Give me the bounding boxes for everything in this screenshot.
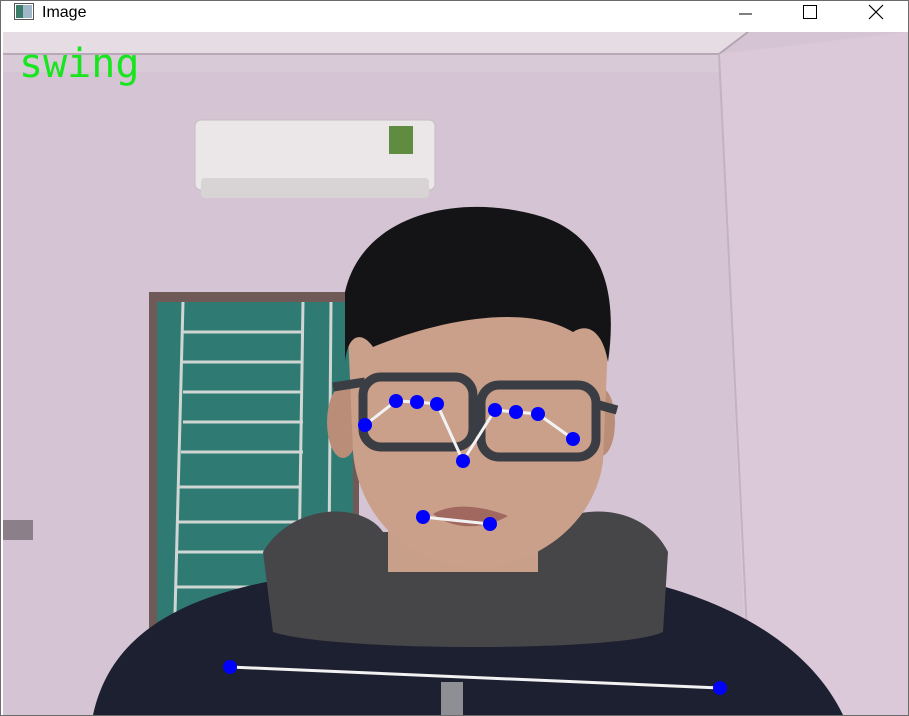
app-icon (14, 3, 34, 20)
close-button[interactable] (853, 1, 899, 23)
keypoint-mouth-right (416, 510, 430, 524)
keypoint-left-eye-inner (488, 403, 502, 417)
keypoint-left-shoulder (713, 681, 727, 695)
maximize-icon (803, 5, 817, 19)
keypoint-nose (456, 454, 470, 468)
keypoint-right-eye-outer (389, 394, 403, 408)
window-title: Image (42, 4, 87, 21)
action-label: swing (19, 41, 140, 87)
keypoint-left-eye-outer (531, 407, 545, 421)
keypoint-right-eye-inner (430, 397, 444, 411)
title-bar[interactable]: Image (1, 1, 908, 32)
keypoint-right-ear (358, 418, 372, 432)
keypoint-mouth-left (483, 517, 497, 531)
minimize-button[interactable] (722, 1, 768, 23)
maximize-button[interactable] (787, 1, 833, 23)
image-window: Image swing (0, 0, 909, 716)
keypoint-left-eye (509, 405, 523, 419)
keypoint-left-ear (566, 432, 580, 446)
keypoint-right-eye (410, 395, 424, 409)
keypoint-right-shoulder (223, 660, 237, 674)
camera-frame: swing (3, 32, 908, 715)
camera-image (3, 32, 908, 715)
minimize-icon (739, 13, 752, 15)
close-icon (868, 4, 884, 20)
